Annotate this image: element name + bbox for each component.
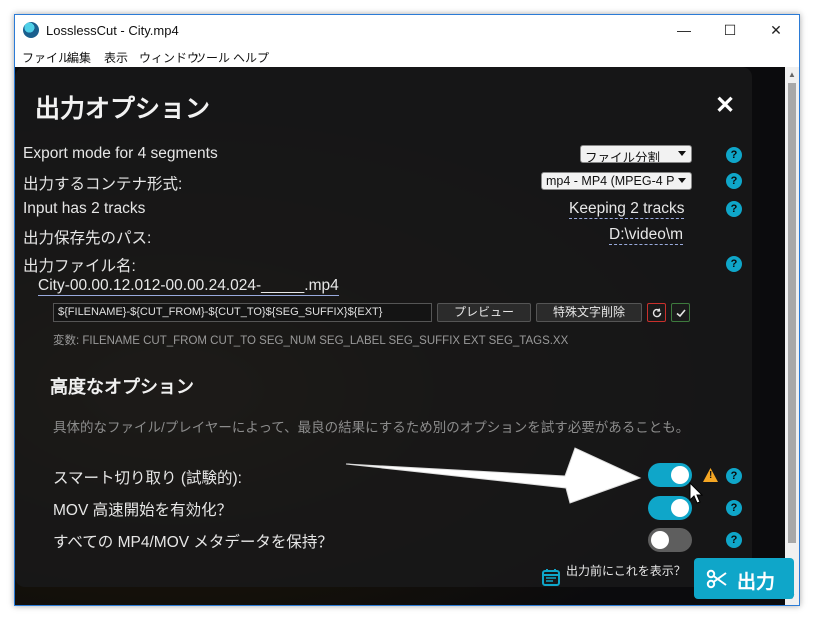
export-mode-label: Export mode for 4 segments xyxy=(23,145,218,162)
help-icon[interactable]: ? xyxy=(726,532,742,548)
filename-template-input[interactable]: ${FILENAME}-${CUT_FROM}-${CUT_TO}${SEG_S… xyxy=(53,303,432,322)
menu-help[interactable]: ヘルプ xyxy=(233,49,269,66)
tracks-label: Input has 2 tracks xyxy=(23,200,146,217)
scissors-icon xyxy=(706,568,728,590)
help-icon[interactable]: ? xyxy=(726,468,742,484)
smart-cut-label: スマート切り取り (試験的): xyxy=(53,470,242,487)
toggle-knob xyxy=(671,499,689,517)
mov-faststart-label: MOV 高速開始を有効化？ xyxy=(53,502,233,519)
container-format-value: mp4 - MP4 (MPEG-4 P xyxy=(546,174,675,188)
reset-icon[interactable] xyxy=(647,303,666,322)
export-mode-value: ファイル分割 xyxy=(585,151,661,163)
dialog-title: 出力オプション xyxy=(35,95,211,123)
scroll-thumb[interactable] xyxy=(788,83,796,543)
smart-cut-toggle[interactable] xyxy=(648,463,692,487)
filename-preview: City-00.00.12.012-00.00.24.024-_____.mp4 xyxy=(38,277,339,296)
calendar-icon[interactable] xyxy=(541,567,561,587)
menu-tools[interactable]: ツール xyxy=(194,49,230,66)
container-format-label: 出力するコンテナ形式: xyxy=(23,176,183,193)
output-path-label: 出力保存先のパス: xyxy=(23,230,152,247)
close-icon[interactable]: ✕ xyxy=(715,91,735,120)
toggle-knob xyxy=(671,466,689,484)
menu-bar: ファイル 編集 表示 ウィンドウ ツール ヘルプ xyxy=(15,45,799,67)
menu-edit[interactable]: 編集 xyxy=(67,49,91,66)
export-button-label: 出力 xyxy=(737,572,776,593)
check-icon[interactable] xyxy=(671,303,690,322)
window-title: LosslessCut - City.mp4 xyxy=(46,23,179,38)
vertical-scrollbar[interactable]: ▲ ▼ xyxy=(785,67,799,605)
help-icon[interactable]: ? xyxy=(726,201,742,217)
preserve-metadata-label: すべての MP4/MOV メタデータを保持？ xyxy=(53,534,333,551)
maximize-button[interactable]: ☐ xyxy=(707,15,753,45)
container-format-select[interactable]: mp4 - MP4 (MPEG-4 P xyxy=(541,172,692,190)
menu-file[interactable]: ファイル xyxy=(22,49,70,66)
losslesscut-app-icon xyxy=(23,22,39,38)
advanced-options-description: 具体的なファイル/プレイヤーによって、最良の結果にするため別のオプションを試す必… xyxy=(53,420,690,435)
advanced-options-title: 高度なオプション xyxy=(50,377,194,397)
mov-faststart-toggle[interactable] xyxy=(648,496,692,520)
chevron-down-icon xyxy=(678,178,686,183)
preview-button[interactable]: プレビュー xyxy=(437,303,531,322)
title-bar: LosslessCut - City.mp4 — ☐ ✕ xyxy=(15,15,799,45)
chevron-down-icon xyxy=(678,151,686,156)
warning-icon: ! xyxy=(702,467,719,483)
output-name-label: 出力ファイル名: xyxy=(23,258,136,275)
menu-window[interactable]: ウィンドウ xyxy=(139,49,199,66)
menu-view[interactable]: 表示 xyxy=(104,49,128,66)
toggle-knob xyxy=(651,531,669,549)
template-variables: 変数: FILENAME CUT_FROM CUT_TO SEG_NUM SEG… xyxy=(53,335,569,347)
export-button[interactable]: 出力 xyxy=(694,558,794,599)
help-icon[interactable]: ? xyxy=(726,173,742,189)
tracks-link[interactable]: Keeping 2 tracks xyxy=(569,200,685,219)
help-icon[interactable]: ? xyxy=(726,256,742,272)
minimize-button[interactable]: — xyxy=(661,15,707,45)
remove-special-chars-button[interactable]: 特殊文字削除 xyxy=(536,303,642,322)
help-icon[interactable]: ? xyxy=(726,500,742,516)
preserve-metadata-toggle[interactable] xyxy=(648,528,692,552)
scroll-up-icon[interactable]: ▲ xyxy=(787,70,797,80)
output-path-link[interactable]: D:\video\m xyxy=(609,226,684,245)
help-icon[interactable]: ? xyxy=(726,147,742,163)
close-window-button[interactable]: ✕ xyxy=(753,15,799,45)
export-mode-select[interactable]: ファイル分割 xyxy=(580,145,692,163)
show-before-export-label[interactable]: 出力前にこれを表示？ xyxy=(566,565,694,578)
